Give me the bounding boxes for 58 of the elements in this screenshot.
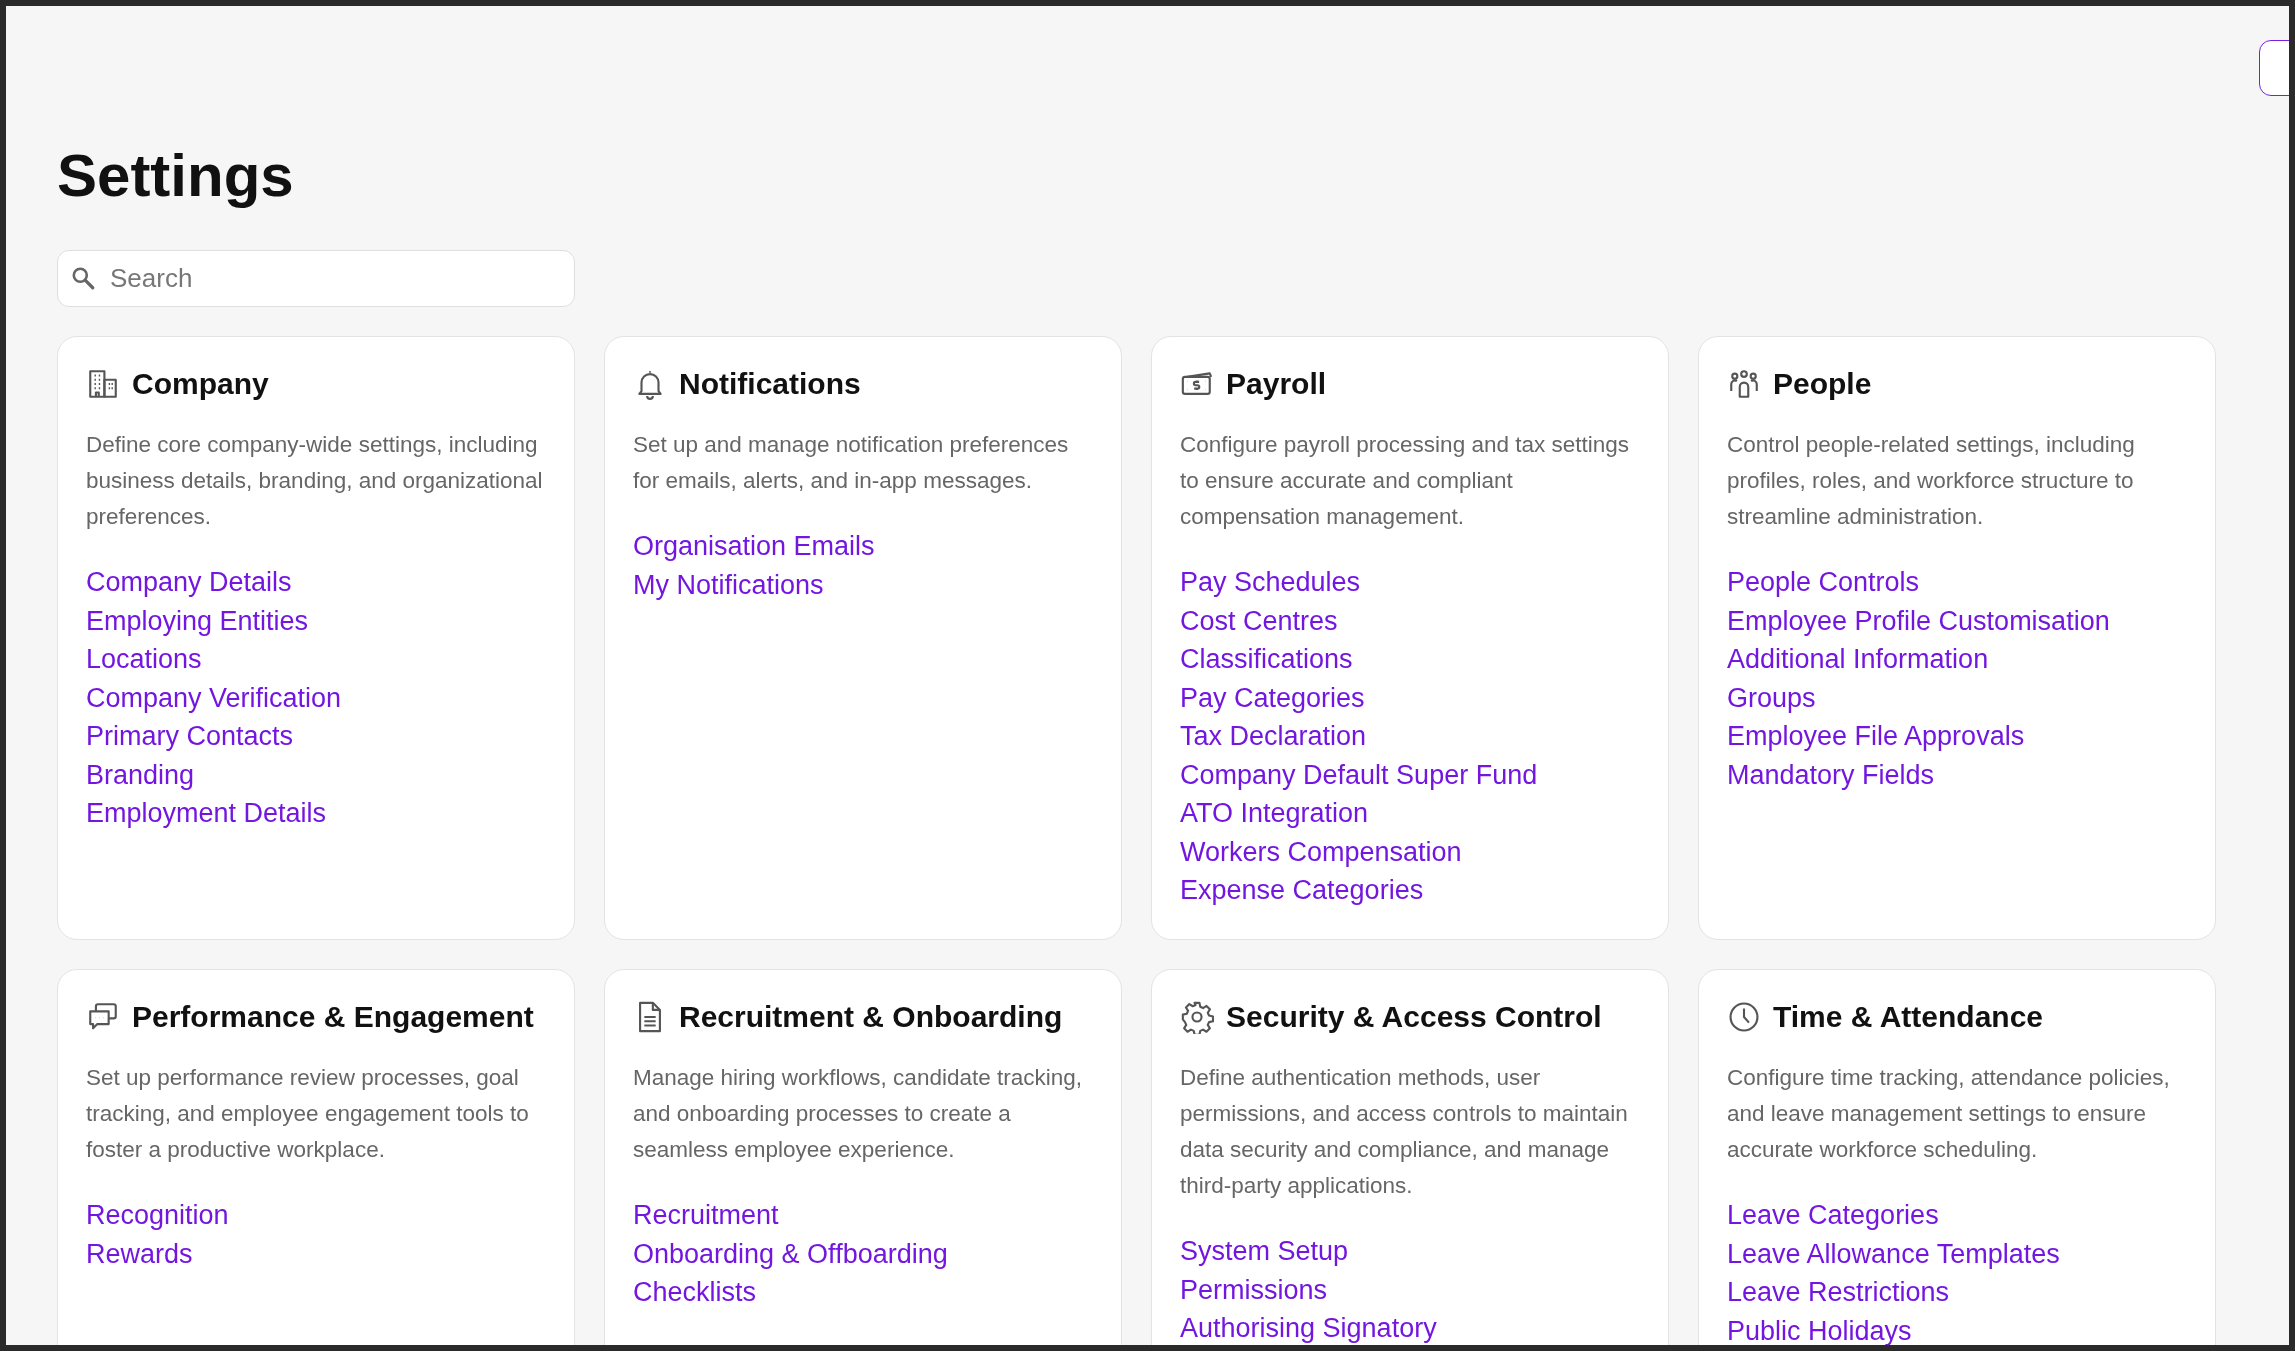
settings-link[interactable]: Company Verification (86, 678, 342, 717)
gear-icon (1180, 1000, 1214, 1034)
card-title: Recruitment & Onboarding (679, 1000, 1063, 1034)
page-title: Settings (57, 146, 294, 206)
settings-link[interactable]: ATO Integration (1180, 794, 1369, 833)
settings-link[interactable]: Pay Categories (1180, 678, 1365, 717)
settings-link[interactable]: Workers Compensation (1180, 832, 1462, 871)
card-description: Define authentication methods, user permissions, and access controls to maintain data security and compliance, and manage third-party applications. (1180, 1064, 1629, 1200)
settings-link[interactable]: Classifications (1180, 640, 1353, 679)
card-description: Set up and manage notification preferences for emails, alerts, and in-app messages. (633, 431, 1070, 495)
settings-link[interactable]: Tax Declaration (1180, 717, 1367, 756)
card-description: Manage hiring workflows, candidate tracking, and onboarding processes to create a seamless employee experience. (633, 1064, 1083, 1164)
settings-link[interactable]: People Controls (1727, 563, 1920, 602)
card-title: Notifications (679, 367, 861, 401)
settings-link[interactable]: Onboarding & Offboarding (633, 1234, 948, 1273)
settings-link[interactable]: Leave Categories (1727, 1196, 1939, 1235)
settings-link[interactable]: Mandatory Fields (1727, 755, 1935, 794)
card-title: Security & Access Control (1226, 1000, 1602, 1034)
card-description: Define core company-wide settings, including business details, branding, and organizational preferences. (86, 431, 544, 531)
card-description: Configure payroll processing and tax settings to ensure accurate and compliant compensation management. (1180, 431, 1630, 531)
card-title: People (1773, 367, 1872, 401)
settings-link[interactable]: Recognition (86, 1196, 229, 1235)
settings-link[interactable]: Organisation Emails (633, 527, 875, 566)
settings-link[interactable]: My Notifications (633, 565, 824, 604)
settings-link[interactable]: Pay Schedules (1180, 563, 1361, 602)
settings-link[interactable]: Recruitment (633, 1196, 779, 1235)
settings-link[interactable]: Employee File Approvals (1727, 717, 2025, 756)
settings-link[interactable]: Primary Contacts (86, 717, 294, 756)
settings-link[interactable]: Groups (1727, 678, 1816, 717)
settings-link[interactable]: Leave Restrictions (1727, 1273, 1950, 1312)
settings-link[interactable]: Checklists (633, 1273, 757, 1312)
settings-link[interactable]: Public Holidays (1727, 1311, 1912, 1345)
settings-link[interactable]: Additional Information (1727, 640, 1989, 679)
clock-icon (1727, 1000, 1761, 1034)
card-title: Company (132, 367, 269, 401)
settings-link[interactable]: Company Details (86, 563, 292, 602)
card-description: Control people-related settings, including profiles, roles, and workforce structure to streamline administration. (1727, 431, 2136, 531)
settings-link[interactable]: Employing Entities (86, 601, 309, 640)
settings-link[interactable]: Locations (86, 640, 202, 679)
card-description: Configure time tracking, attendance policies, and leave management settings to ensure accurate workforce scheduling. (1727, 1064, 2171, 1164)
settings-link[interactable]: Company Default Super Fund (1180, 755, 1538, 794)
people-icon (1727, 367, 1761, 401)
settings-link[interactable]: Authorising Signatory (1180, 1309, 1437, 1345)
settings-link[interactable]: Employment Details (86, 794, 327, 833)
settings-link[interactable]: Leave Allowance Templates (1727, 1234, 2060, 1273)
settings-link[interactable]: Expense Categories (1180, 871, 1424, 910)
settings-link[interactable]: Branding (86, 755, 195, 794)
settings-link[interactable]: Employee Profile Customisation (1727, 601, 2110, 640)
card-title: Payroll (1226, 367, 1327, 401)
search-field[interactable]: Search (57, 250, 575, 307)
settings-link[interactable]: Cost Centres (1180, 601, 1338, 640)
settings-link[interactable]: Permissions (1180, 1270, 1328, 1309)
card-title: Performance & Engagement (132, 1000, 534, 1034)
card-title: Time & Attendance (1773, 1000, 2044, 1034)
card-description: Set up performance review processes, goal tracking, and employee engagement tools to foster a productive workplace. (86, 1064, 530, 1164)
settings-link[interactable]: Rewards (86, 1234, 193, 1273)
building-icon (86, 367, 120, 401)
settings-link[interactable]: System Setup (1180, 1232, 1349, 1271)
